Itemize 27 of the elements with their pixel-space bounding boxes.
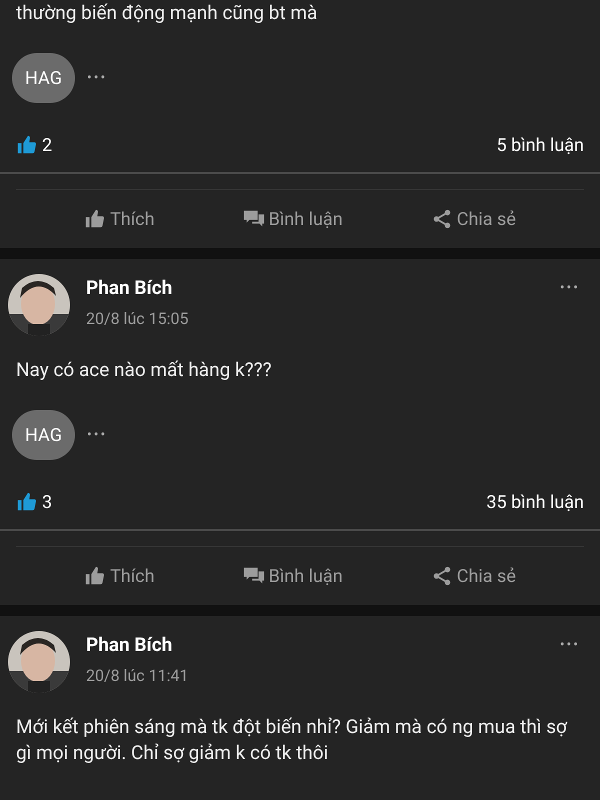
comment-count[interactable]: 35 bình luận — [486, 488, 584, 516]
like-count: 3 — [42, 490, 52, 514]
more-options-button[interactable]: ••• — [560, 278, 580, 299]
comment-count[interactable]: 5 bình luận — [496, 132, 584, 158]
thumbs-up-icon — [16, 491, 38, 513]
more-options-button[interactable]: ••• — [560, 635, 580, 656]
author-name: Phan Bích — [86, 276, 172, 300]
action-button[interactable]: Chia sẻ — [430, 206, 516, 232]
like-count: 2 — [42, 134, 52, 158]
post-text: Mới kết phiên sáng mà tk đột biến nhỉ? Giảm mà có ng mua thì sợ gì mọi người. Chỉ sợ giảm k có tk thôi — [15, 714, 568, 766]
action-button[interactable]: Bình luận — [242, 206, 343, 232]
thumbs-up-icon — [84, 208, 106, 230]
post-text: Nay có ace nào mất hàng k??? — [15, 357, 273, 383]
more-reactions-button[interactable]: ••• — [87, 424, 108, 446]
action-button[interactable]: Thích — [84, 206, 155, 232]
reaction-chip[interactable]: HAG — [12, 53, 75, 103]
thumbs-up-icon — [84, 565, 106, 587]
action-button[interactable]: Bình luận — [242, 562, 343, 590]
more-reactions-button[interactable]: ••• — [87, 68, 108, 88]
action-button[interactable]: Chia sẻ — [430, 562, 516, 590]
author-name: Phan Bích — [86, 633, 172, 657]
post-text: thường biến động mạnh cũng bt mà — [15, 0, 318, 26]
thumbs-up-icon — [16, 134, 38, 156]
post-time: 20/8 lúc 11:41 — [86, 666, 188, 686]
post-time: 20/8 lúc 15:05 — [86, 309, 188, 329]
action-button[interactable]: Thích — [84, 562, 155, 590]
reaction-chip[interactable]: HAG — [12, 410, 75, 460]
